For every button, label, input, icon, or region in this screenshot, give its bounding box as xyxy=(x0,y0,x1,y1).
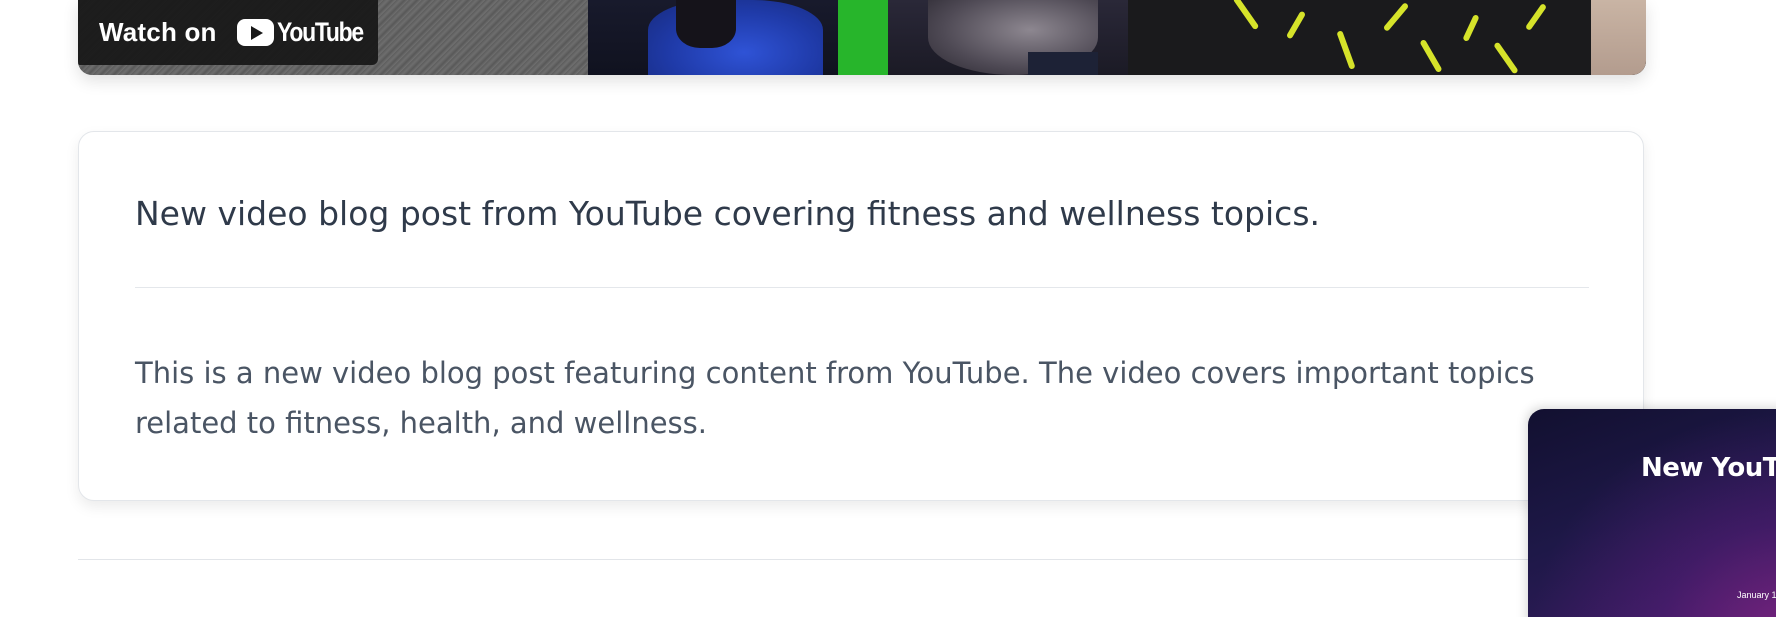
post-title: New video blog post from YouTube coverin… xyxy=(135,194,1321,233)
youtube-play-icon xyxy=(236,19,274,46)
video-figure xyxy=(1462,14,1480,42)
video-figure xyxy=(1524,2,1548,32)
video-figure xyxy=(1028,52,1098,75)
watch-on-label: Watch on xyxy=(99,17,217,47)
video-frame-segment xyxy=(838,0,888,75)
video-figure xyxy=(1382,2,1410,32)
youtube-wordmark: YouTube xyxy=(276,17,364,47)
page-divider xyxy=(78,559,1646,560)
video-figure xyxy=(1285,10,1307,40)
post-body: This is a new video blog post featuring … xyxy=(135,356,1535,440)
video-frame-segment xyxy=(588,0,838,75)
youtube-logo: YouTube xyxy=(236,17,378,48)
floating-video-preview[interactable]: New YouT January 1 xyxy=(1528,409,1776,617)
video-figure xyxy=(1591,0,1646,75)
preview-title: New YouT xyxy=(1641,453,1776,483)
youtube-video-embed[interactable]: Watch on YouTube xyxy=(78,0,1646,75)
video-figure xyxy=(1336,30,1356,70)
video-figure xyxy=(676,0,736,48)
preview-date: January 1 xyxy=(1737,590,1776,600)
video-figure xyxy=(1493,41,1519,75)
video-figure xyxy=(1232,0,1260,31)
card-divider xyxy=(135,287,1589,288)
page: Watch on YouTube New video blog post fro… xyxy=(0,0,1776,617)
video-frame-segment xyxy=(1128,0,1646,75)
video-figure xyxy=(1419,38,1443,74)
watch-on-youtube-button[interactable]: Watch on YouTube xyxy=(78,0,378,65)
post-card: New video blog post from YouTube coverin… xyxy=(78,131,1644,501)
